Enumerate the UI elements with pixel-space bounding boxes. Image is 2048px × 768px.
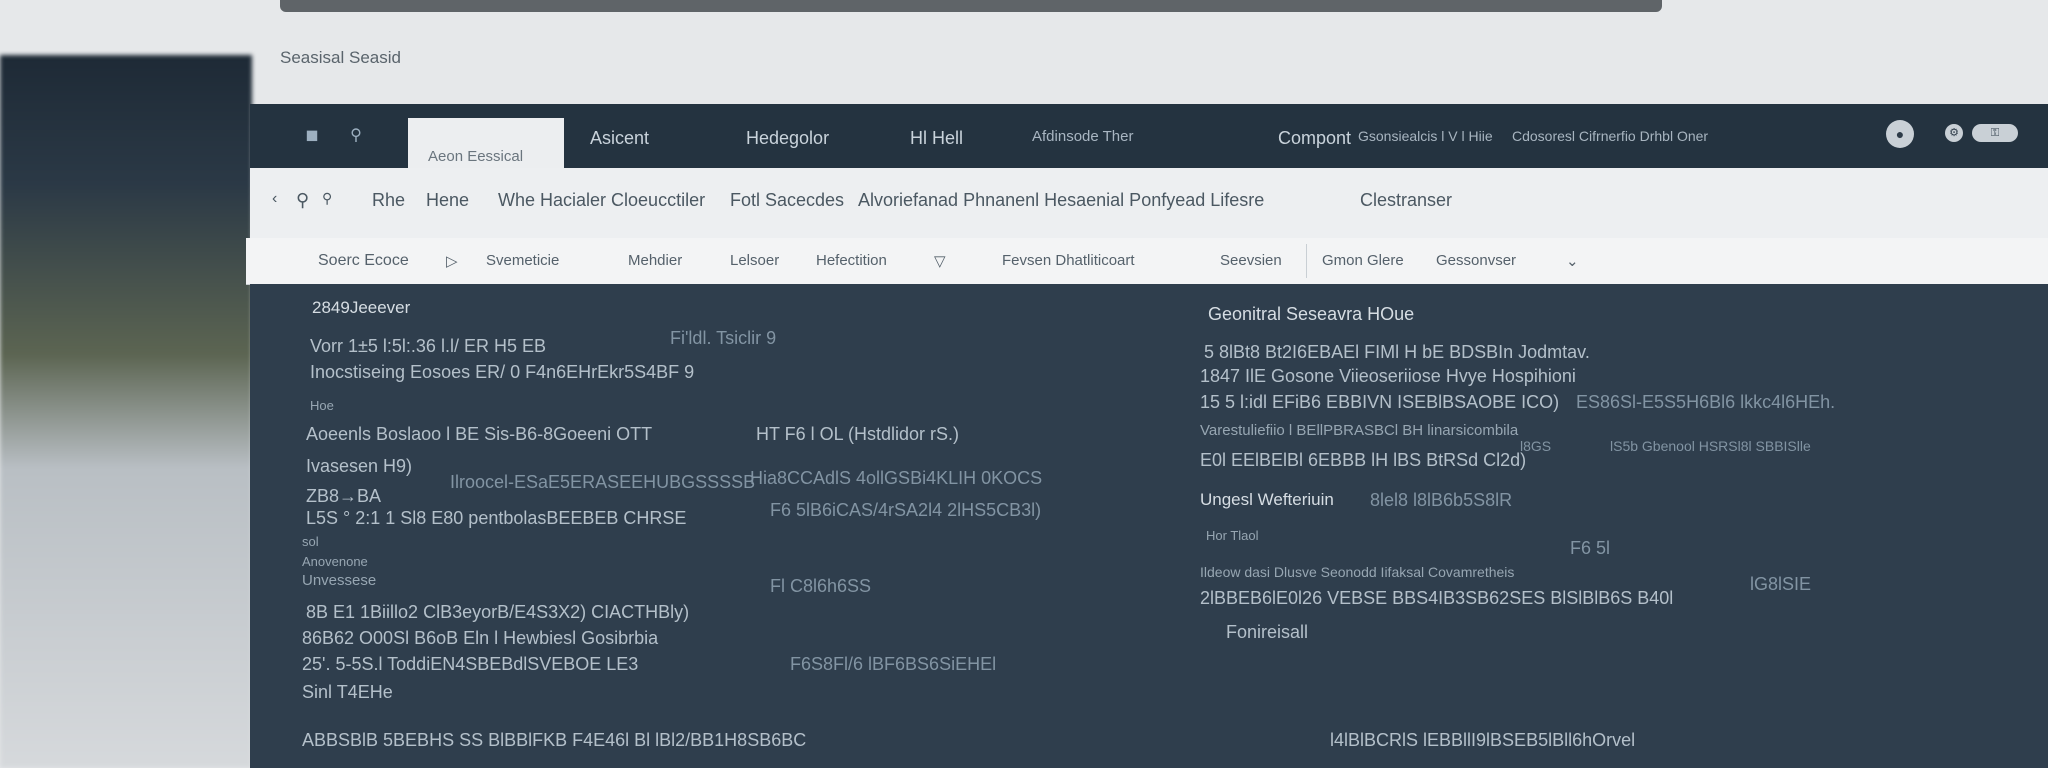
left-row: 8B E1 1Biillo2 ClB3eyorB/E4S3X2) CIACTHB… bbox=[306, 602, 690, 622]
right-side-label: 8lel8 l8lB6b5S8lR bbox=[1370, 490, 1513, 510]
nav-item[interactable]: Whe Hacialer Cloeucctiler bbox=[498, 190, 705, 211]
back-icon[interactable]: ‹ bbox=[272, 190, 277, 208]
tab-active[interactable]: Aeon Eessical bbox=[408, 118, 564, 168]
toolbar: Soerc Ecoce ▷ Svemeticie Mehdier Lelsoer… bbox=[246, 238, 2048, 285]
left-side-label: F6 5lB6iCAS/4rSA2l4 2lHS5CB3l) bbox=[770, 500, 1042, 520]
key-icon[interactable]: ⚿ bbox=[1972, 124, 2018, 142]
tab-item[interactable]: Afdinsode Ther bbox=[1032, 128, 1133, 145]
tab-active-label: Aeon Eessical bbox=[428, 148, 524, 165]
monitor-top-bezel bbox=[280, 0, 1662, 12]
right-row: Ildeow dasi Dlusve Seonodd Iifaksal Cova… bbox=[1200, 564, 1515, 580]
tool-item[interactable]: Hefectition bbox=[816, 252, 887, 269]
right-row: Hor Tlaol bbox=[1206, 528, 1259, 543]
right-side-label: F6 5l bbox=[1570, 538, 1611, 558]
left-row: Vorr 1±5 l:5l:.36 l.l/ ER H5 EB bbox=[310, 336, 546, 356]
chevron-down-icon[interactable]: ▽ bbox=[934, 252, 946, 270]
footer-right: l4lBlBCRlS lEBBllI9lBSEB5lBll6hOrvel bbox=[1330, 730, 1636, 750]
blurred-background bbox=[0, 55, 252, 768]
tab-item[interactable]: Hedegolor bbox=[746, 128, 829, 149]
left-row: Ilroocel-ESaE5ERASEEHUBGSSSSB bbox=[450, 472, 756, 492]
tab-item[interactable]: Hl Hell bbox=[910, 128, 963, 149]
divider bbox=[1306, 244, 1307, 278]
user-avatar[interactable]: ● bbox=[1886, 120, 1914, 148]
tool-item[interactable]: Lelsoer bbox=[730, 252, 779, 269]
search-icon[interactable]: ⚲ bbox=[296, 190, 309, 211]
content-area: 2849Jeeever Vorr 1±5 l:5l:.36 l.l/ ER H5… bbox=[250, 284, 2048, 768]
nav-item[interactable]: Fotl Sacecdes bbox=[730, 190, 844, 211]
left-side-label: Fi'ldl. Tsiclir 9 bbox=[670, 328, 777, 348]
nav-item[interactable]: Clestranser bbox=[1360, 190, 1452, 211]
right-row: 5 8lBt8 Bt2I6EBAEl FIMl H bE BDSBIn Jodm… bbox=[1204, 342, 1590, 362]
left-side-label: HT F6 l OL (Hstdlidor rS.) bbox=[756, 424, 960, 444]
right-row: Fonireisall bbox=[1226, 622, 1309, 642]
tool-item[interactable]: Seevsien bbox=[1220, 252, 1282, 269]
left-row: sol bbox=[302, 534, 319, 549]
play-icon[interactable]: ▷ bbox=[446, 252, 458, 270]
left-row: Aoeenls Boslaoo l BE Sis-B6-8Goeeni OTT bbox=[306, 424, 653, 444]
tab-item[interactable]: Gsonsiealcis l V l Hiie bbox=[1358, 128, 1493, 144]
left-row: Ivasesen H9) bbox=[306, 456, 413, 476]
chevron-down-icon[interactable]: ⌄ bbox=[1566, 252, 1579, 270]
right-row: 1847 IlE Gosone Viieoseriiose Hvye Hospi… bbox=[1200, 366, 1576, 386]
left-row: Sinl T4EHe bbox=[302, 682, 393, 702]
left-heading: 2849Jeeever bbox=[312, 298, 411, 317]
nav-item[interactable]: Alvoriefanad Phnanenl Hesaenial Ponfyead… bbox=[858, 190, 1264, 211]
nav-item[interactable]: Rhe bbox=[372, 190, 405, 211]
tab-item[interactable]: Compont bbox=[1278, 128, 1351, 149]
titlebar: ◼ ⚲ Aeon Eessical Asicent Hedegolor Hl H… bbox=[250, 104, 2048, 168]
left-row: Hoe bbox=[310, 398, 334, 413]
right-heading: Geonitral Seseavra HOue bbox=[1208, 304, 1415, 324]
right-side-label: l8GS bbox=[1520, 438, 1552, 454]
tab-item[interactable]: Asicent bbox=[590, 128, 649, 149]
tool-item[interactable]: Gmon Glere bbox=[1322, 252, 1404, 269]
monitor-label: Seasisal Seasid bbox=[280, 48, 401, 67]
nav-item[interactable]: Hene bbox=[426, 190, 469, 211]
left-side-label: Hia8CCAdlS 4ollGSBi4KLIH 0KOCS bbox=[750, 468, 1043, 488]
left-row: Unvessese bbox=[302, 572, 377, 589]
tool-item[interactable]: Fevsen Dhatliticoart bbox=[1002, 252, 1135, 269]
left-row: Inocstiseing Eosoes ER/ 0 F4n6EHrEkr5S4B… bbox=[310, 362, 695, 382]
left-side-label: Fl C8l6h6SS bbox=[770, 576, 872, 596]
right-row: Ungesl Wefteriuin bbox=[1200, 490, 1334, 509]
search-small-icon[interactable]: ⚲ bbox=[322, 190, 332, 207]
left-row: 86B62 O00Sl B6oB Eln l Hewbiesl Gosibrbi… bbox=[302, 628, 659, 648]
right-row: E0l EElBElBl 6EBBB lH lBS BtRSd Cl2d) bbox=[1200, 450, 1527, 470]
navbar: ‹ ⚲ ⚲ Rhe Hene Whe Hacialer Cloeucctiler… bbox=[250, 168, 2048, 239]
left-row: 25'. 5-5S.l ToddiEN4SBEBdlSVEBOE LE3 bbox=[302, 654, 639, 674]
left-side-label: F6S8Fl/6 lBF6BS6SiEHEl bbox=[790, 654, 997, 674]
right-side-label: lG8lSIE bbox=[1750, 574, 1812, 594]
right-side-label: ES86Sl-E5S5H6Bl6 lkkc4l6HEh. bbox=[1576, 392, 1836, 412]
right-row: 2lBBEB6lE0l26 VEBSE BBS4IB3SB62SES BlSlB… bbox=[1200, 588, 1674, 608]
footer-left: ABBSBlB 5BEBHS SS BlBBlFKB F4E46l Bl lBl… bbox=[302, 730, 807, 750]
settings-icon[interactable]: ⚙ bbox=[1945, 124, 1963, 142]
right-side-label: lS5b Gbenool HSRSl8l SBBISlle bbox=[1610, 438, 1811, 454]
app-window: ◼ ⚲ Aeon Eessical Asicent Hedegolor Hl H… bbox=[246, 104, 2048, 768]
home-icon[interactable]: ◼ bbox=[302, 126, 322, 146]
tool-item[interactable]: Gessonvser bbox=[1436, 252, 1516, 269]
tab-item[interactable]: Cdosoresl Cifrnerfio Drhbl Oner bbox=[1512, 128, 1708, 144]
tool-item[interactable]: Soerc Ecoce bbox=[318, 252, 409, 270]
search-icon[interactable]: ⚲ bbox=[346, 126, 366, 146]
right-row: 15 5 l:idl EFiB6 EBBIVN ISEBlBSAOBE ICO) bbox=[1200, 392, 1560, 412]
left-row: ZB8→BA bbox=[306, 486, 382, 506]
tool-item[interactable]: Mehdier bbox=[628, 252, 682, 269]
right-row: Varestuliefiio l BEllPBRASBCl BH linarsi… bbox=[1200, 422, 1519, 439]
left-row: Anovenone bbox=[302, 554, 368, 569]
left-row: L5S ° 2:1 1 Sl8 E80 pentbolasBEEBEB CHRS… bbox=[306, 508, 687, 528]
tool-item[interactable]: Svemeticie bbox=[486, 252, 559, 269]
